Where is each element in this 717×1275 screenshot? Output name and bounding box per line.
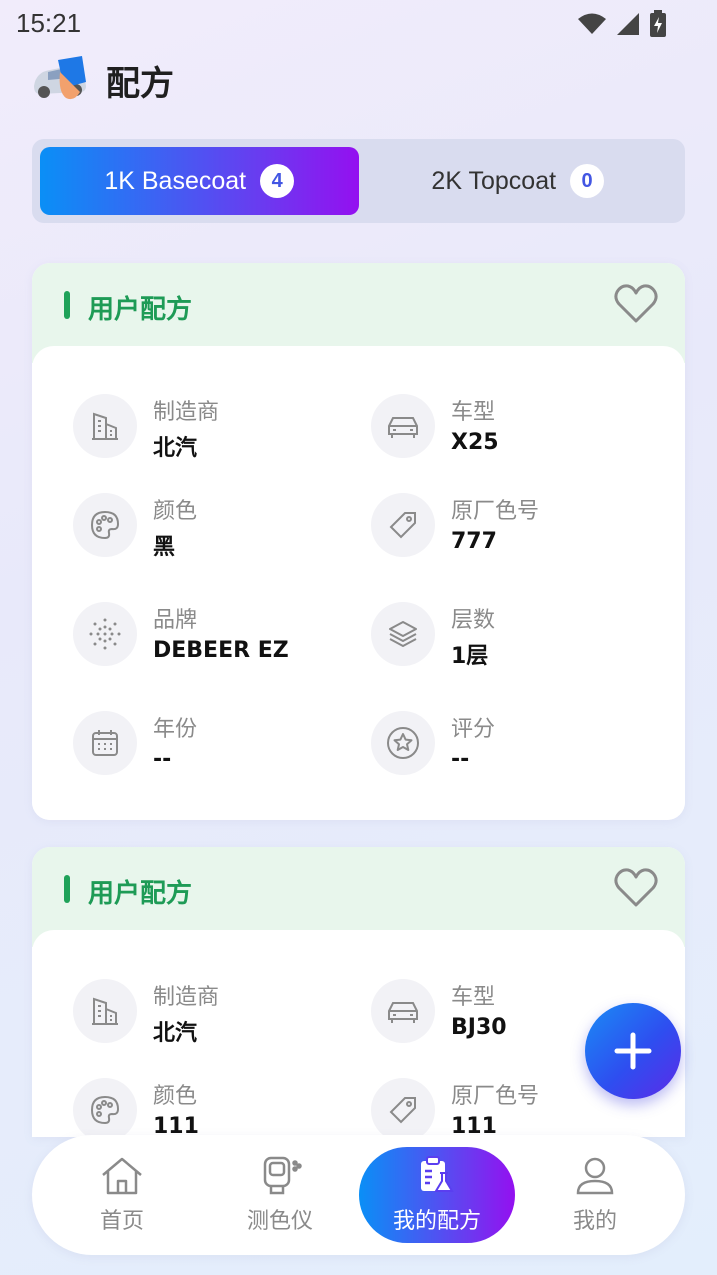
field-color: 颜色 黑 [73, 493, 373, 563]
field-label: 品牌 [153, 608, 198, 633]
nav-colorimeter[interactable]: 测色仪 [202, 1147, 358, 1243]
tag-icon [371, 493, 435, 557]
page-title: 配方 [106, 63, 174, 104]
field-label: 制造商 [153, 400, 220, 425]
field-value: 黑 [153, 535, 176, 560]
field-label: 层数 [451, 608, 496, 633]
nav-label: 测色仪 [246, 1209, 313, 1234]
palette-icon [73, 493, 137, 557]
tab-label: 1K Basecoat [104, 166, 247, 195]
field-oem-color-code: 原厂色号 777 [371, 493, 671, 563]
card-title: 用户配方 [88, 295, 193, 325]
field-value: 111 [153, 1114, 199, 1137]
nav-my-recipes[interactable]: 我的配方 [359, 1147, 515, 1243]
field-label: 制造商 [153, 985, 220, 1010]
battery-icon [650, 10, 666, 37]
field-label: 评分 [451, 717, 496, 742]
field-rating: 评分 -- [371, 711, 671, 781]
car-icon [371, 394, 435, 458]
field-color: 颜色 111 [73, 1078, 373, 1137]
field-manufacturer: 制造商 北汽 [73, 979, 373, 1049]
home-icon [102, 1157, 142, 1195]
wifi-icon [578, 13, 606, 34]
field-value: 777 [451, 529, 497, 554]
field-label: 颜色 [153, 499, 198, 524]
field-layers: 层数 1层 [371, 602, 671, 672]
field-manufacturer: 制造商 北汽 [73, 394, 373, 464]
dots-circle-icon [73, 602, 137, 666]
car-icon [371, 979, 435, 1043]
field-value: BJ30 [451, 1015, 507, 1040]
plus-icon [614, 1032, 652, 1070]
field-value: 111 [451, 1114, 497, 1137]
field-value: -- [451, 747, 470, 772]
favorite-heart-icon[interactable] [613, 867, 659, 909]
field-label: 原厂色号 [451, 499, 540, 524]
field-value: 北汽 [153, 1021, 198, 1046]
field-label: 车型 [451, 985, 496, 1010]
building-icon [73, 394, 137, 458]
nav-label: 首页 [99, 1209, 144, 1234]
field-label: 车型 [451, 400, 496, 425]
nav-home[interactable]: 首页 [44, 1147, 200, 1243]
nav-label: 我的 [572, 1209, 617, 1234]
card-title: 用户配方 [88, 879, 193, 909]
status-time: 15:21 [16, 8, 82, 38]
tab-1k-basecoat[interactable]: 1K Basecoat 4 [40, 147, 359, 215]
calendar-icon [73, 711, 137, 775]
nav-label: 我的配方 [392, 1209, 481, 1234]
palette-icon [73, 1078, 137, 1137]
card-body: 制造商 北汽 车型 X25 颜色 黑 原厂色号 777 品牌 DEBEER EZ… [32, 346, 685, 820]
recipe-card[interactable]: 用户配方 制造商 北汽 车型 BJ30 颜色 111 原厂色号 111 [32, 847, 685, 1137]
coat-type-tabs: 1K Basecoat 4 2K Topcoat 0 [32, 139, 685, 223]
star-icon [371, 711, 435, 775]
field-model: 车型 X25 [371, 394, 671, 464]
layers-icon [371, 602, 435, 666]
colorimeter-icon [263, 1156, 302, 1195]
user-icon [576, 1157, 614, 1195]
count-badge: 4 [260, 164, 295, 198]
field-label: 颜色 [153, 1084, 198, 1109]
nav-me[interactable]: 我的 [517, 1147, 673, 1243]
add-recipe-button[interactable] [585, 1003, 681, 1099]
status-icons [577, 10, 667, 38]
field-value: X25 [451, 430, 499, 455]
app-logo [34, 56, 86, 100]
tag-icon [371, 1078, 435, 1137]
title-accent-bar [64, 875, 70, 903]
field-label: 原厂色号 [451, 1084, 540, 1109]
recipe-icon [421, 1156, 454, 1192]
field-year: 年份 -- [73, 711, 373, 781]
field-value: 1层 [451, 644, 489, 669]
tab-label: 2K Topcoat [431, 166, 557, 195]
field-brand: 品牌 DEBEER EZ [73, 602, 373, 672]
building-icon [73, 979, 137, 1043]
status-bar: 15:21 [0, 0, 717, 48]
field-value: DEBEER EZ [153, 638, 289, 663]
tab-2k-topcoat[interactable]: 2K Topcoat 0 [359, 147, 678, 215]
count-badge: 0 [570, 164, 605, 198]
field-value: -- [153, 747, 172, 772]
recipe-card[interactable]: 用户配方 制造商 北汽 车型 X25 颜色 黑 原厂色号 777 品牌 DEBE… [32, 263, 685, 820]
favorite-heart-icon[interactable] [613, 283, 659, 325]
page-header: 配方 [30, 52, 174, 108]
title-accent-bar [64, 291, 70, 319]
field-value: 北汽 [153, 436, 198, 461]
bottom-nav: 首页 测色仪 我的配方 我的 [32, 1135, 685, 1255]
cell-signal-icon [617, 13, 639, 35]
field-label: 年份 [153, 717, 198, 742]
